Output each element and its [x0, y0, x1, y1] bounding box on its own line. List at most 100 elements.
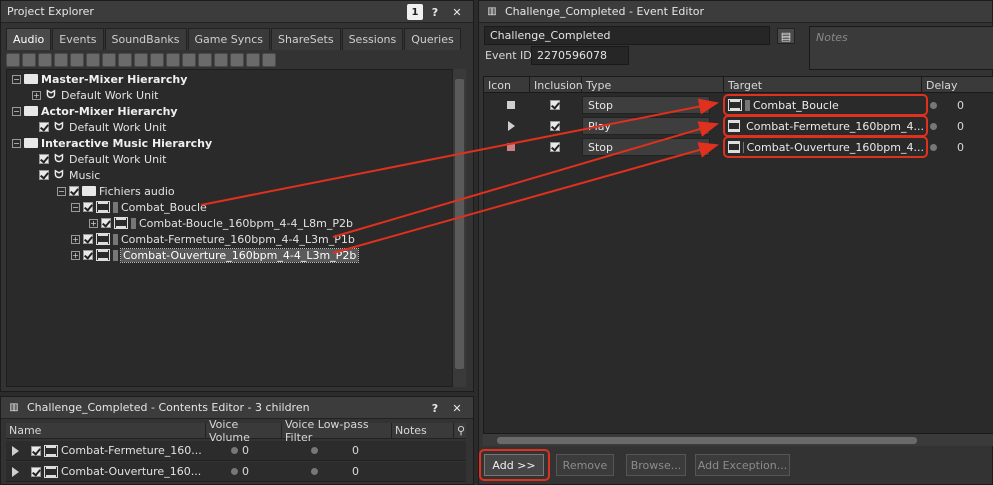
voice-lpf-slider[interactable]: 0 — [291, 444, 401, 457]
aux-bus-icon[interactable] — [166, 52, 180, 67]
expand-icon[interactable]: + — [32, 90, 41, 100]
slider-knob[interactable] — [231, 468, 238, 475]
delay-value[interactable]: 0 — [957, 99, 964, 112]
tree-item-combat-fermeture[interactable]: + Combat-Fermeture_160bpm_4-4_L3m_P1b — [71, 231, 355, 247]
sequence-container-icon[interactable] — [86, 52, 100, 67]
switch-container-icon[interactable] — [102, 52, 116, 67]
action-type-select[interactable]: Stop — [582, 96, 710, 114]
tab-sessions[interactable]: Sessions — [341, 28, 404, 50]
tree-item-default-work-unit[interactable]: ᗢ Default Work Unit — [39, 119, 166, 135]
motion-bus-icon[interactable] — [182, 52, 196, 67]
tree-item-combat-boucle-segment[interactable]: + Combat-Boucle_160bpm_4-4_L8m_P2b — [89, 215, 353, 231]
music-segment-icon[interactable] — [230, 52, 244, 67]
browse-button[interactable]: Browse... — [626, 454, 686, 476]
delay-knob[interactable] — [930, 122, 937, 130]
scrollbar-thumb[interactable] — [455, 79, 464, 369]
action-type-select[interactable]: Play — [582, 117, 710, 135]
tree-item-combat-ouverture[interactable]: + Combat-Ouverture_160bpm_4-4_L3m_P2b — [71, 247, 360, 263]
tab-audio[interactable]: Audio — [6, 28, 52, 50]
actions-horizontal-scrollbar[interactable] — [483, 433, 993, 446]
column-header-voice-volume[interactable]: Voice Volume — [206, 418, 282, 444]
tree-scrollbar[interactable] — [452, 69, 466, 387]
inclusion-checkbox[interactable] — [39, 122, 49, 132]
column-header-inclusion[interactable]: Inclusion — [530, 77, 583, 93]
inclusion-checkbox[interactable] — [31, 445, 41, 456]
create-object-icon[interactable] — [262, 52, 276, 67]
voice-volume-slider[interactable]: 0 — [211, 465, 291, 478]
tab-events[interactable]: Events — [52, 28, 104, 50]
action-type-select[interactable]: Stop — [582, 138, 710, 156]
inclusion-checkbox[interactable] — [69, 186, 79, 196]
tab-queries[interactable]: Queries — [404, 28, 461, 50]
search-icon[interactable]: ⚲ — [454, 423, 466, 438]
play-icon[interactable] — [12, 445, 19, 456]
slider-knob[interactable] — [311, 468, 318, 475]
inclusion-checkbox[interactable] — [549, 142, 560, 152]
voice-volume-slider[interactable]: 0 — [211, 444, 291, 457]
tree-item-default-work-unit[interactable]: ᗢ Default Work Unit — [39, 151, 166, 167]
table-row[interactable]: Combat-Fermeture_160... 0 0 — [6, 441, 466, 461]
column-header-type[interactable]: Type — [582, 77, 724, 93]
physical-folder-icon[interactable] — [38, 52, 52, 67]
random-container-icon[interactable] — [70, 52, 84, 67]
music-track-icon[interactable] — [246, 52, 260, 67]
column-header-delay[interactable]: Delay — [922, 77, 993, 93]
voice-lpf-slider[interactable]: 0 — [291, 465, 401, 478]
close-icon[interactable]: ✕ — [449, 4, 465, 20]
tree-item-master-mixer[interactable]: − Master-Mixer Hierarchy — [12, 71, 187, 87]
help-icon[interactable]: ? — [427, 4, 443, 20]
inclusion-checkbox[interactable] — [31, 466, 41, 477]
inclusion-checkbox[interactable] — [83, 250, 93, 260]
column-header-target[interactable]: Target — [724, 77, 922, 93]
tree-item-actor-mixer[interactable]: − Actor-Mixer Hierarchy — [12, 103, 178, 119]
collapse-icon[interactable]: − — [12, 74, 21, 84]
inclusion-checkbox[interactable] — [83, 202, 93, 212]
collapse-icon[interactable]: − — [71, 202, 80, 212]
inclusion-checkbox[interactable] — [83, 234, 93, 244]
tree-item-default-work-unit[interactable]: + ᗢ Default Work Unit — [32, 87, 158, 103]
event-name-field[interactable]: Challenge_Completed — [484, 26, 770, 45]
help-icon[interactable]: ? — [427, 400, 443, 416]
tree-item-music[interactable]: ᗢ Music — [39, 167, 100, 183]
virtual-folder-icon[interactable] — [22, 52, 36, 67]
panel-number-button[interactable]: 1 — [407, 4, 423, 20]
collapse-icon[interactable]: − — [12, 138, 21, 148]
add-exception-button[interactable]: Add Exception... — [695, 454, 790, 476]
slider-knob[interactable] — [231, 447, 238, 454]
delay-knob[interactable] — [930, 101, 937, 109]
column-header-voice-lpf[interactable]: Voice Low-pass Filter — [282, 418, 392, 444]
tab-soundbanks[interactable]: SoundBanks — [104, 28, 187, 50]
tab-sharesets[interactable]: ShareSets — [271, 28, 341, 50]
delay-value[interactable]: 0 — [957, 120, 964, 133]
collapse-icon[interactable]: − — [57, 186, 66, 196]
column-header-icon[interactable]: Icon — [484, 77, 530, 93]
delay-value[interactable]: 0 — [957, 141, 964, 154]
column-header-name[interactable]: Name — [6, 423, 206, 438]
inclusion-checkbox[interactable] — [101, 218, 111, 228]
audio-bus-icon[interactable] — [150, 52, 164, 67]
inclusion-checkbox[interactable] — [549, 121, 560, 131]
pin-icon[interactable]: ▥ — [7, 402, 21, 414]
remove-button[interactable]: Remove — [556, 454, 614, 476]
expand-icon[interactable]: + — [89, 218, 98, 228]
pin-icon[interactable]: ▥ — [485, 6, 499, 18]
inclusion-checkbox[interactable] — [39, 154, 49, 164]
sound-icon[interactable] — [134, 52, 148, 67]
notes-field[interactable]: Notes — [809, 26, 993, 70]
name-options-icon[interactable]: ▤ — [777, 28, 795, 44]
delay-knob[interactable] — [930, 143, 937, 151]
play-icon[interactable] — [12, 466, 19, 477]
tree-item-fichiers-audio[interactable]: − Fichiers audio — [57, 183, 175, 199]
music-playlist-icon[interactable] — [214, 52, 228, 67]
column-header-notes[interactable]: Notes — [392, 423, 454, 438]
table-row[interactable]: Combat-Ouverture_160... 0 0 — [6, 462, 466, 482]
blend-container-icon[interactable] — [118, 52, 132, 67]
music-switch-icon[interactable] — [198, 52, 212, 67]
expand-icon[interactable]: + — [71, 234, 80, 244]
tree-item-interactive-music[interactable]: − Interactive Music Hierarchy — [12, 135, 212, 151]
tree-item-combat-boucle[interactable]: − Combat_Boucle — [71, 199, 207, 215]
close-icon[interactable]: ✕ — [449, 400, 465, 416]
work-unit-icon[interactable] — [6, 52, 20, 67]
inclusion-checkbox[interactable] — [39, 170, 49, 180]
actor-mixer-icon[interactable] — [54, 52, 68, 67]
